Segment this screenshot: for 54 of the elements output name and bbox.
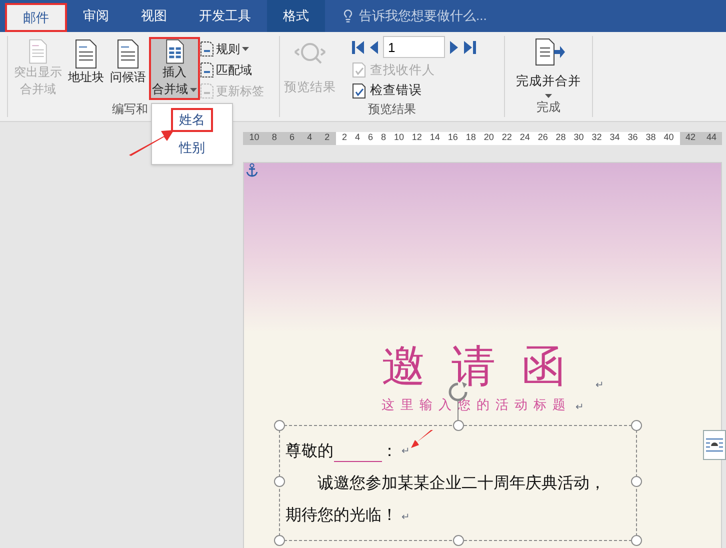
- paragraph-mark: ↵: [402, 444, 410, 458]
- invitation-body: 诚邀您参加某某企业二十周年庆典活动，期待您的光临！ ↵: [286, 474, 606, 526]
- menu-item[interactable]: 性别: [171, 136, 213, 160]
- resize-handle[interactable]: [274, 420, 284, 430]
- group-label: 编写和: [112, 101, 148, 118]
- lightbulb-icon: [341, 9, 355, 23]
- preview-icon: [293, 42, 327, 64]
- document-check-icon: [352, 82, 366, 99]
- paragraph-mark: ↵: [576, 400, 584, 414]
- pointer-arrow-icon: [128, 128, 174, 156]
- resize-handle[interactable]: [630, 476, 642, 487]
- last-record-icon[interactable]: [464, 40, 476, 54]
- finish-merge-button[interactable]: 完成并合并: [505, 36, 592, 98]
- ribbon-tab[interactable]: 邮件: [5, 3, 67, 32]
- first-record-icon[interactable]: [352, 40, 364, 54]
- pointer-arrow-icon: [411, 430, 433, 448]
- paragraph-mark: ↵: [402, 512, 410, 522]
- previous-record-icon[interactable]: [369, 40, 378, 54]
- ribbon-small-button[interactable]: 检查错误: [352, 81, 476, 100]
- resize-handle[interactable]: [630, 534, 642, 546]
- ribbon-tab[interactable]: 格式: [267, 0, 325, 32]
- document-check-icon: [352, 62, 366, 78]
- anchor-icon: [246, 163, 258, 177]
- ribbon-button[interactable]: 地址块: [65, 37, 107, 100]
- resize-handle[interactable]: [452, 534, 464, 546]
- tell-me-field[interactable]: 告诉我您想要做什么...: [341, 0, 559, 32]
- field-icon: [200, 62, 214, 78]
- tell-me-input[interactable]: 告诉我您想要做什么...: [359, 6, 559, 26]
- ribbon-button[interactable]: 问候语: [107, 37, 149, 100]
- invitation-title: 邀请函: [382, 341, 592, 393]
- record-field[interactable]: 1: [383, 36, 445, 58]
- resize-handle[interactable]: [274, 476, 284, 487]
- salutation-colon: ：: [382, 442, 398, 462]
- ribbon-tab[interactable]: 开发工具: [183, 0, 267, 32]
- ribbon-button[interactable]: 插入 合并域: [149, 37, 200, 100]
- menu-item[interactable]: 姓名: [171, 108, 213, 132]
- field-icon: [200, 40, 214, 56]
- document-icon: [116, 39, 140, 69]
- resize-handle[interactable]: [452, 420, 464, 430]
- document-icon: [74, 39, 98, 69]
- resize-handle[interactable]: [630, 420, 642, 430]
- salutation: 尊敬的: [286, 442, 334, 462]
- group-label: 预览结果: [367, 101, 417, 118]
- group-label: 完成: [536, 98, 562, 116]
- field-icon: [200, 82, 214, 98]
- ribbon-tab[interactable]: 审阅: [67, 0, 125, 32]
- ribbon-small-button[interactable]: 匹配域: [200, 60, 264, 79]
- resize-handle[interactable]: [274, 534, 284, 546]
- layout-options-icon[interactable]: [703, 430, 726, 460]
- paragraph-mark: ↵: [596, 379, 604, 393]
- next-record-icon[interactable]: [450, 40, 459, 54]
- ruler: 10 8 6 4 2 2 4 6 8 10 12 14 16 18 20 22 24 26 28 30 32 34 36 38 40 42 44: [243, 132, 722, 144]
- ribbon-small-button[interactable]: 规则: [200, 39, 264, 58]
- ribbon-tab[interactable]: 视图: [125, 0, 183, 32]
